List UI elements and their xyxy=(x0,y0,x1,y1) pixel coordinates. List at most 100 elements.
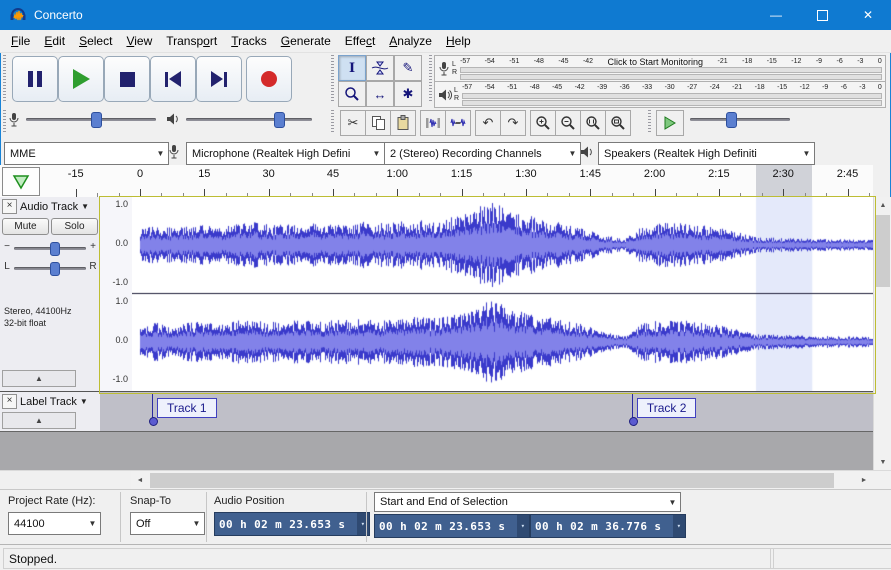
chevron-down-icon[interactable]: ▾ xyxy=(673,515,685,537)
zoom-tool-button[interactable] xyxy=(338,81,366,107)
zoom-in-button[interactable] xyxy=(530,110,556,136)
horizontal-scrollbar-thumb[interactable] xyxy=(150,473,834,488)
gain-thumb[interactable] xyxy=(50,242,60,256)
skip-to-end-button[interactable] xyxy=(196,56,242,102)
fit-selection-button[interactable] xyxy=(580,110,606,136)
label-track-menu-icon[interactable]: ▼ xyxy=(80,397,88,406)
playback-volume-thumb[interactable] xyxy=(274,112,286,128)
mute-button[interactable]: Mute xyxy=(2,218,49,235)
vertical-scrollbar[interactable]: ▲ ▼ xyxy=(873,197,891,470)
selection-start-display[interactable]: 00 h 02 m 23.653 s ▾ xyxy=(374,514,530,538)
redo-button[interactable]: ↷ xyxy=(500,110,526,136)
gain-slider[interactable] xyxy=(14,239,86,257)
scroll-down-icon[interactable]: ▼ xyxy=(874,454,891,470)
output-device-combo[interactable]: Speakers (Realtek High Definiti ▼ xyxy=(598,142,815,165)
pause-button[interactable] xyxy=(12,56,58,102)
monitoring-hint[interactable]: Click to Start Monitoring xyxy=(608,57,704,66)
envelope-tool-button[interactable] xyxy=(366,55,394,81)
input-device-combo[interactable]: Microphone (Realtek High Defini ▼ xyxy=(186,142,385,165)
horizontal-scrollbar[interactable]: ◄ ► xyxy=(131,470,891,490)
trim-audio-button[interactable] xyxy=(420,110,446,136)
record-volume-slider[interactable] xyxy=(26,110,156,128)
maximize-icon xyxy=(816,9,828,21)
silence-audio-button[interactable] xyxy=(445,110,471,136)
project-rate-combo[interactable]: 44100 ▼ xyxy=(8,512,101,535)
cut-button[interactable]: ✂ xyxy=(340,110,366,136)
label-text[interactable]: Track 1 xyxy=(157,398,217,418)
menu-transport[interactable]: Transport xyxy=(159,31,224,51)
multi-tool-button[interactable]: ✱ xyxy=(394,81,422,107)
record-volume-thumb[interactable] xyxy=(91,112,102,128)
track-title[interactable]: Audio Track xyxy=(20,201,78,213)
playback-meter[interactable]: L R -57 -54 -51 -48 -45 -42 -39 -36 -33 -30 -27 -24… xyxy=(434,81,886,108)
selection-mode-combo[interactable]: Start and End of Selection ▼ xyxy=(374,492,681,512)
minimize-button[interactable]: — xyxy=(753,0,799,30)
scroll-up-icon[interactable]: ▲ xyxy=(874,197,891,213)
zoom-in-icon xyxy=(536,116,550,130)
collapse-label-track-button[interactable]: ▲ xyxy=(2,412,76,429)
fit-project-button[interactable] xyxy=(605,110,631,136)
timeshift-tool-button[interactable]: ↔ xyxy=(366,81,394,107)
solo-button[interactable]: Solo xyxy=(51,218,98,235)
input-channels-combo[interactable]: 2 (Stereo) Recording Channels ▼ xyxy=(384,142,581,165)
transport-toolbar-grip[interactable] xyxy=(3,55,6,102)
play-button[interactable] xyxy=(58,56,104,102)
menu-view[interactable]: View xyxy=(119,31,159,51)
waveform-canvas[interactable] xyxy=(132,197,873,391)
vertical-scale-ruler[interactable]: 1.0 0.0 -1.0 1.0 0.0 -1.0 xyxy=(100,197,133,391)
stop-button[interactable] xyxy=(104,56,150,102)
skip-to-start-button[interactable] xyxy=(150,56,196,102)
menu-analyze[interactable]: Analyze xyxy=(382,31,439,51)
copy-button[interactable] xyxy=(365,110,391,136)
audio-host-combo[interactable]: MME ▼ xyxy=(4,142,169,165)
menu-help[interactable]: Help xyxy=(439,31,478,51)
label-track-title[interactable]: Label Track xyxy=(20,396,77,408)
scroll-left-icon[interactable]: ◄ xyxy=(131,471,149,490)
track-menu-icon[interactable]: ▼ xyxy=(81,202,89,211)
scroll-right-icon[interactable]: ► xyxy=(855,471,873,490)
close-button[interactable]: ✕ xyxy=(845,0,891,30)
snap-to-combo[interactable]: Off ▼ xyxy=(130,512,205,535)
paste-button[interactable] xyxy=(390,110,416,136)
playback-volume-slider[interactable] xyxy=(186,110,312,128)
label-marker-handle[interactable] xyxy=(628,417,638,426)
edit-toolbar-grip[interactable] xyxy=(331,110,334,134)
chevron-down-icon[interactable]: ▾ xyxy=(517,515,529,537)
menu-select[interactable]: Select xyxy=(72,31,119,51)
selection-tool-button[interactable]: I xyxy=(338,55,366,81)
record-meter[interactable]: L R -57 -54 -51 -48 -45 -42 Click to Start Mon… xyxy=(434,55,886,82)
menu-effect[interactable]: Effect xyxy=(338,31,382,51)
menu-edit[interactable]: Edit xyxy=(37,31,72,51)
pan-thumb[interactable] xyxy=(50,262,60,276)
label-text[interactable]: Track 2 xyxy=(636,398,697,418)
label-marker[interactable] xyxy=(631,394,633,419)
playback-speed-slider[interactable] xyxy=(690,110,790,128)
zoom-out-button[interactable] xyxy=(555,110,581,136)
undo-button[interactable]: ↶ xyxy=(475,110,501,136)
selection-end-display[interactable]: 00 h 02 m 36.776 s ▾ xyxy=(530,514,686,538)
vertical-scrollbar-thumb[interactable] xyxy=(876,215,890,287)
transcription-toolbar-grip[interactable] xyxy=(648,110,651,134)
menu-tracks[interactable]: Tracks xyxy=(224,31,274,51)
chevron-down-icon[interactable]: ▾ xyxy=(357,513,369,535)
timeline-ruler[interactable]: -15 0 15 30 45 1:00 1:15 1:30 1:45 2:00 2:15 2:30 2:… xyxy=(0,165,873,198)
label-track-area[interactable]: Track 1 Track 2 xyxy=(100,391,873,432)
draw-tool-button[interactable]: ✎ xyxy=(394,55,422,81)
pan-slider[interactable] xyxy=(14,259,86,277)
meter-toolbar-grip[interactable] xyxy=(429,55,432,102)
close-label-track-button[interactable]: × xyxy=(2,394,17,409)
audio-position-display[interactable]: 00 h 02 m 23.653 s ▾ xyxy=(214,512,370,536)
menu-generate[interactable]: Generate xyxy=(274,31,338,51)
maximize-button[interactable] xyxy=(799,0,845,30)
playback-speed-thumb[interactable] xyxy=(726,112,737,128)
timeline-pin-button[interactable] xyxy=(2,167,40,196)
close-track-button[interactable]: × xyxy=(2,199,17,214)
collapse-track-button[interactable]: ▲ xyxy=(2,370,76,387)
play-at-speed-button[interactable] xyxy=(656,110,684,136)
record-button[interactable] xyxy=(246,56,292,102)
label-marker[interactable] xyxy=(152,394,153,419)
menu-file[interactable]: File xyxy=(4,31,37,51)
label-marker-handle[interactable] xyxy=(149,417,158,426)
mixer-toolbar-grip[interactable] xyxy=(3,110,6,134)
tools-toolbar-grip[interactable] xyxy=(331,55,334,102)
